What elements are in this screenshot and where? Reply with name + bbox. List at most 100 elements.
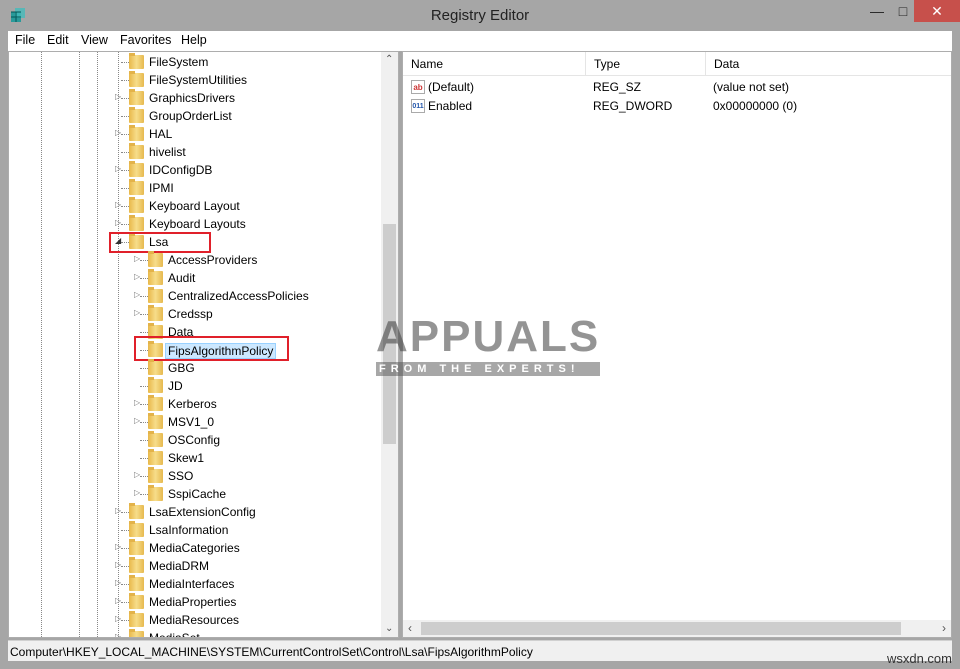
expand-arrow-icon[interactable]: ▷ [115,200,124,209]
tree-vertical-scrollbar[interactable]: ⌃ ⌄ [381,52,398,637]
tree-item[interactable]: GroupOrderList [9,107,381,125]
tree-item[interactable]: ▷ MediaSet [9,629,381,637]
tree-item[interactable]: ▷ Keyboard Layouts [9,215,381,233]
value-row[interactable]: 011 Enabled REG_DWORD 0x00000000 (0) [403,97,951,116]
tree-item[interactable]: GBG [9,359,381,377]
expand-arrow-icon[interactable]: ▷ [115,218,124,227]
expand-arrow-icon[interactable]: ▷ [134,272,143,281]
expand-arrow-icon[interactable]: ▷ [115,542,124,551]
tree-item-label: MediaResources [149,613,240,627]
tree-item-label: IDConfigDB [149,163,213,177]
scroll-right-icon[interactable]: › [942,621,946,635]
expand-arrow-icon[interactable]: ▷ [115,92,124,101]
tree-item[interactable]: FileSystemUtilities [9,71,381,89]
tree-item-label: MSV1_0 [168,415,215,429]
tree-item[interactable]: hivelist [9,143,381,161]
tree-item-label: Kerberos [168,397,217,411]
menu-file[interactable]: File [15,33,35,47]
folder-icon [129,89,144,105]
expand-arrow-icon[interactable]: ▷ [134,470,143,479]
scroll-thumb[interactable] [421,622,901,635]
expand-arrow-icon[interactable]: ▷ [134,254,143,263]
tree-item[interactable]: ▷ IDConfigDB [9,161,381,179]
folder-icon [148,251,163,267]
tree-item[interactable]: ▷ MSV1_0 [9,413,381,431]
tree-connector [140,332,148,333]
value-type: REG_DWORD [593,99,673,113]
expand-arrow-icon[interactable]: ▷ [134,416,143,425]
tree-item-label: FileSystem [149,55,209,69]
tree-item[interactable]: ▷ MediaProperties [9,593,381,611]
menu-edit[interactable]: Edit [47,33,69,47]
value-row[interactable]: ab (Default) REG_SZ (value not set) [403,78,951,97]
value-name: (Default) [428,80,475,94]
folder-icon [129,593,144,609]
tree-item-label: AccessProviders [168,253,258,267]
scroll-up-icon[interactable]: ⌃ [385,54,393,65]
tree-item[interactable]: ▷ HAL [9,125,381,143]
expand-arrow-icon[interactable]: ▷ [134,308,143,317]
value-type: REG_SZ [593,80,642,94]
tree-item[interactable]: ▷ LsaExtensionConfig [9,503,381,521]
tree-item-label: MediaProperties [149,595,237,609]
folder-icon [129,629,144,637]
column-name[interactable]: Name [403,52,586,76]
expand-arrow-icon[interactable]: ▷ [115,632,124,637]
tree-item-label: MediaDRM [149,559,210,573]
expand-arrow-icon[interactable]: ▷ [134,290,143,299]
tree-item-label: Keyboard Layouts [149,217,246,231]
tree-item[interactable]: ▷ MediaDRM [9,557,381,575]
tree-item-label: MediaCategories [149,541,240,555]
tree-item[interactable]: ▷ MediaInterfaces [9,575,381,593]
tree-item-label: Credssp [168,307,213,321]
folder-icon [148,305,163,321]
expand-arrow-icon[interactable]: ▷ [115,164,124,173]
key-tree[interactable]: FileSystem FileSystemUtilities ▷ GraphicsDr… [8,51,399,638]
tree-item[interactable]: ▷ MediaResources [9,611,381,629]
scroll-down-icon[interactable]: ⌄ [385,623,393,634]
tree-item-label: GBG [168,361,195,375]
values-list[interactable]: Name Type Data ab (Default) REG_SZ (valu… [402,51,952,638]
tree-item-label: HAL [149,127,173,141]
tree-item[interactable]: ▷ MediaCategories [9,539,381,557]
tree-item-label: LsaInformation [149,523,229,537]
tree-item[interactable]: OSConfig [9,431,381,449]
tree-item-label: GraphicsDrivers [149,91,236,105]
tree-item[interactable]: FileSystem [9,53,381,71]
folder-icon [129,539,144,555]
list-horizontal-scrollbar[interactable]: ‹ › [403,620,951,637]
close-button[interactable]: ✕ [914,0,960,22]
tree-item[interactable]: ▷ Credssp [9,305,381,323]
tree-item[interactable]: ▷ Keyboard Layout [9,197,381,215]
tree-item[interactable]: ▷ SSO [9,467,381,485]
expand-arrow-icon[interactable]: ▷ [115,596,124,605]
scroll-thumb[interactable] [383,224,396,444]
folder-icon [148,431,163,447]
expand-arrow-icon[interactable]: ▷ [134,488,143,497]
value-name: Enabled [428,99,473,113]
expand-arrow-icon[interactable]: ▷ [115,128,124,137]
tree-item[interactable]: JD [9,377,381,395]
expand-arrow-icon[interactable]: ▷ [134,398,143,407]
column-data[interactable]: Data [706,52,952,76]
tree-item[interactable]: ▷ Kerberos [9,395,381,413]
tree-item[interactable]: LsaInformation [9,521,381,539]
tree-item[interactable]: ▷ AccessProviders [9,251,381,269]
expand-arrow-icon[interactable]: ▷ [115,614,124,623]
folder-icon [129,521,144,537]
tree-item[interactable]: ▷ GraphicsDrivers [9,89,381,107]
column-type[interactable]: Type [586,52,706,76]
scroll-left-icon[interactable]: ‹ [408,621,412,635]
tree-item[interactable]: Skew1 [9,449,381,467]
tree-item[interactable]: ▷ CentralizedAccessPolicies [9,287,381,305]
menu-favorites[interactable]: Favorites [120,33,171,47]
status-bar-path: Computer\HKEY_LOCAL_MACHINE\SYSTEM\Curre… [8,640,952,661]
menu-view[interactable]: View [81,33,108,47]
expand-arrow-icon[interactable]: ▷ [115,560,124,569]
tree-item[interactable]: IPMI [9,179,381,197]
tree-item[interactable]: ▷ Audit [9,269,381,287]
menu-help[interactable]: Help [181,33,207,47]
expand-arrow-icon[interactable]: ▷ [115,506,124,515]
expand-arrow-icon[interactable]: ▷ [115,578,124,587]
tree-item[interactable]: ▷ SspiCache [9,485,381,503]
